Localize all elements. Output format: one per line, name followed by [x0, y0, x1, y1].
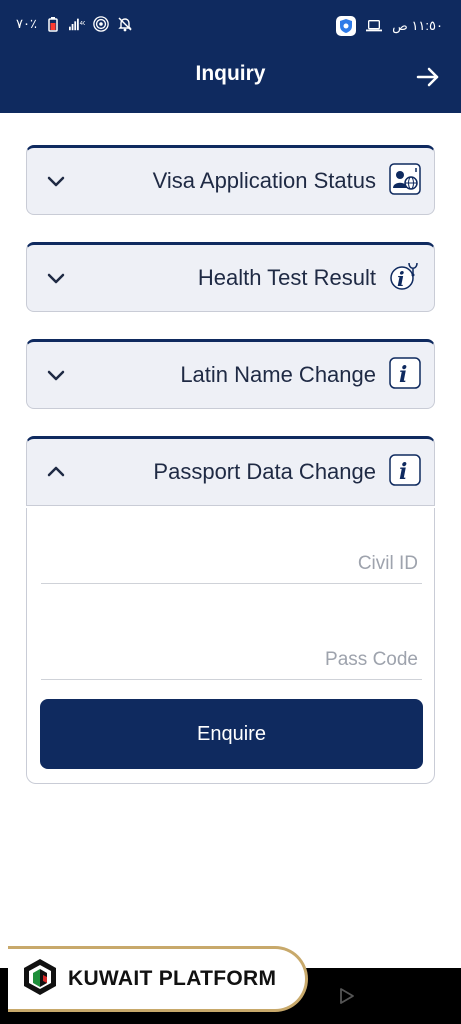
clock: ١١:٥٠ ص: [392, 18, 443, 33]
accordion-label: Health Test Result: [197, 265, 376, 290]
chevron-down-icon: [45, 170, 67, 192]
civil-id-input[interactable]: [41, 544, 422, 583]
status-left: ٧٠٪ 4G: [16, 16, 133, 32]
pass-code-field-wrapper: [41, 640, 422, 680]
accordion-latin-name-change[interactable]: Latin Name Change i: [26, 339, 435, 409]
app-header: ٧٠٪ 4G ١١:٥٠ ص Inquiry: [0, 0, 461, 113]
civil-id-field-wrapper: [41, 544, 422, 584]
svg-text:i: i: [399, 362, 407, 388]
accordion-label: Visa Application Status: [152, 168, 376, 193]
laptop-icon: [366, 18, 383, 34]
battery-icon: [45, 16, 61, 32]
svg-text:i: i: [399, 459, 407, 485]
play-icon[interactable]: [338, 987, 356, 1005]
back-arrow-icon[interactable]: [415, 64, 441, 90]
chevron-down-icon: [45, 364, 67, 386]
enquire-button[interactable]: Enquire: [40, 699, 423, 769]
svg-text:i: i: [397, 267, 405, 291]
svg-text:4G: 4G: [80, 21, 85, 27]
pass-code-input[interactable]: [41, 640, 422, 679]
visa-card-globe-icon: [389, 163, 421, 195]
vpn-shield-icon: [336, 16, 357, 36]
kuwait-platform-logo-icon: [22, 957, 58, 1002]
accordion-label: Latin Name Change: [180, 362, 376, 387]
accordion-passport-data-change[interactable]: Passport Data Change i: [26, 436, 435, 506]
status-right: ١١:٥٠ ص: [336, 16, 443, 36]
battery-percent: ٧٠٪: [16, 16, 37, 31]
page-title: Inquiry: [195, 62, 266, 85]
status-bar: ٧٠٪ 4G ١١:٥٠ ص: [0, 0, 461, 50]
info-icon: i: [389, 357, 421, 389]
chevron-up-icon: [45, 461, 67, 483]
info-icon: i: [389, 454, 421, 486]
passport-data-change-panel: Enquire: [26, 508, 435, 784]
accordion-label: Passport Data Change: [153, 459, 376, 484]
brand-watermark: KUWAIT PLATFORM: [8, 946, 308, 1012]
hotspot-icon: [93, 16, 109, 32]
info-stethoscope-icon: i: [389, 260, 421, 292]
notifications-off-icon: [117, 16, 133, 32]
chevron-down-icon: [45, 267, 67, 289]
accordion-visa-application-status[interactable]: Visa Application Status: [26, 145, 435, 215]
brand-name: KUWAIT PLATFORM: [68, 967, 277, 990]
accordion-health-test-result[interactable]: Health Test Result i: [26, 242, 435, 312]
signal-icon: 4G: [68, 16, 85, 32]
